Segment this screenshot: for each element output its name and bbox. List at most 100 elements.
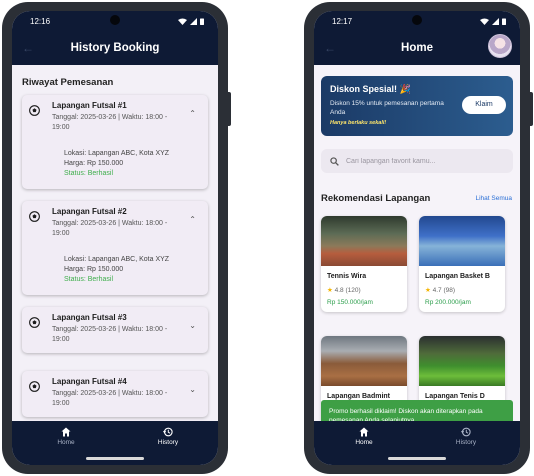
screenshot-stage: 12:16 ← History Booking Riwayat Pemesana… xyxy=(0,0,534,476)
history-icon xyxy=(163,427,173,437)
search-bar[interactable] xyxy=(321,149,513,173)
promo-note: Hanya berlaku sekali! xyxy=(330,120,387,126)
status-time: 12:16 xyxy=(30,16,51,26)
booking-datetime: Tanggal: 2025-03-26 | Waktu: 18:00 - 19:… xyxy=(52,326,168,343)
soccer-ball-icon xyxy=(29,105,40,116)
side-button xyxy=(228,92,231,126)
booking-status: Status: Berhasil xyxy=(64,170,114,177)
status-icons xyxy=(178,17,204,25)
booking-name: Lapangan Futsal #3 xyxy=(52,313,127,322)
booking-card[interactable]: Lapangan Futsal #4 Tanggal: 2025-03-26 |… xyxy=(22,371,208,417)
status-time: 12:17 xyxy=(332,16,353,26)
soccer-ball-icon xyxy=(29,317,40,328)
booking-price: Harga: Rp 150.000 xyxy=(64,160,124,167)
recommend-title: Rekomendasi Lapangan xyxy=(321,193,431,204)
field-rating-value: 4.7 (98) xyxy=(432,287,456,294)
history-icon xyxy=(461,427,471,437)
chevron-down-icon[interactable]: ⌄ xyxy=(189,321,196,330)
field-image xyxy=(419,216,505,266)
avatar[interactable] xyxy=(488,34,512,58)
booking-location: Lokasi: Lapangan ABC, Kota XYZ xyxy=(64,150,170,157)
search-icon xyxy=(330,156,339,166)
see-all-link[interactable]: Lihat Semua xyxy=(476,195,513,202)
claim-button[interactable]: Klaim xyxy=(462,96,506,114)
status-icons xyxy=(480,17,506,25)
battery-icon xyxy=(200,18,204,25)
booking-datetime: Tanggal: 2025-03-26 | Waktu: 18:00 - 19:… xyxy=(52,220,168,237)
nav-history[interactable]: History xyxy=(436,427,496,446)
app-bar: ← History Booking xyxy=(12,31,218,65)
home-screen: 12:17 ← Home Diskon Spesial! 🎉 Diskon 15… xyxy=(314,11,520,465)
booking-card[interactable]: Lapangan Futsal #2 Tanggal: 2025-03-26 |… xyxy=(22,201,208,295)
field-price: Rp 200.000/jam xyxy=(425,299,471,306)
back-arrow-icon[interactable]: ← xyxy=(22,41,34,55)
chevron-up-icon[interactable]: ⌃ xyxy=(189,215,196,224)
chevron-down-icon[interactable]: ⌄ xyxy=(189,385,196,394)
phone-history: 12:16 ← History Booking Riwayat Pemesana… xyxy=(2,2,231,474)
booking-card[interactable]: Lapangan Futsal #3 Tanggal: 2025-03-26 |… xyxy=(22,307,208,353)
field-price: Rp 150.000/jam xyxy=(327,299,373,306)
signal-icon xyxy=(190,17,197,25)
field-name: Lapangan Basket B xyxy=(425,273,490,280)
wifi-icon xyxy=(480,18,489,25)
page-title: History Booking xyxy=(70,42,160,54)
field-rating-value: 4.8 (120) xyxy=(334,287,361,294)
field-name: Tennis Wira xyxy=(327,273,367,280)
nav-history-label: History xyxy=(455,439,477,446)
field-image xyxy=(321,336,407,386)
back-arrow-icon[interactable]: ← xyxy=(324,41,336,55)
history-screen: 12:16 ← History Booking Riwayat Pemesana… xyxy=(12,11,218,465)
home-icon xyxy=(359,427,369,437)
gesture-bar xyxy=(86,457,144,460)
booking-datetime: Tanggal: 2025-03-26 | Waktu: 18:00 - 19:… xyxy=(52,390,168,407)
nav-history-label: History xyxy=(157,439,179,446)
snackbar: Promo berhasil diklaim! Diskon akan dite… xyxy=(321,400,513,421)
home-icon xyxy=(61,427,71,437)
field-card[interactable]: Tennis Wira ★ 4.8 (120) Rp 150.000/jam xyxy=(321,216,407,312)
booking-card[interactable]: Lapangan Futsal #1 Tanggal: 2025-03-26 |… xyxy=(22,95,208,189)
promo-banner: Diskon Spesial! 🎉 Diskon 15% untuk pemes… xyxy=(321,76,513,136)
promo-description: Diskon 15% untuk pemesanan pertama Anda xyxy=(330,100,444,116)
field-rating: ★ 4.7 (98) xyxy=(425,286,455,294)
nav-home[interactable]: Home xyxy=(334,427,394,446)
page-title: Home xyxy=(401,42,433,54)
nav-home-label: Home xyxy=(57,439,75,446)
soccer-ball-icon xyxy=(29,211,40,222)
bottom-nav: Home History xyxy=(12,421,218,465)
booking-status: Status: Berhasil xyxy=(64,276,114,283)
field-image xyxy=(419,336,505,386)
camera-cutout xyxy=(110,15,120,25)
side-button xyxy=(530,92,533,126)
gesture-bar xyxy=(388,457,446,460)
booking-location: Lokasi: Lapangan ABC, Kota XYZ xyxy=(64,256,170,263)
star-icon: ★ xyxy=(327,287,333,294)
booking-name: Lapangan Futsal #2 xyxy=(52,207,127,216)
field-image xyxy=(321,216,407,266)
field-card[interactable]: Lapangan Basket B ★ 4.7 (98) Rp 200.000/… xyxy=(419,216,505,312)
signal-icon xyxy=(492,17,499,25)
bottom-nav: Home History xyxy=(314,421,520,465)
soccer-ball-icon xyxy=(29,381,40,392)
field-name: Lapangan Tenis D xyxy=(425,393,485,400)
booking-price: Harga: Rp 150.000 xyxy=(64,266,124,273)
section-title: Riwayat Pemesanan xyxy=(22,77,114,88)
camera-cutout xyxy=(412,15,422,25)
chevron-up-icon[interactable]: ⌃ xyxy=(189,109,196,118)
search-input[interactable] xyxy=(346,157,496,165)
nav-home-label: Home xyxy=(355,439,373,446)
promo-title: Diskon Spesial! 🎉 xyxy=(330,84,411,94)
home-content[interactable]: Diskon Spesial! 🎉 Diskon 15% untuk pemes… xyxy=(314,65,520,421)
booking-datetime: Tanggal: 2025-03-26 | Waktu: 18:00 - 19:… xyxy=(52,114,168,131)
nav-home[interactable]: Home xyxy=(36,427,96,446)
wifi-icon xyxy=(178,18,187,25)
booking-name: Lapangan Futsal #1 xyxy=(52,101,127,110)
app-bar: ← Home xyxy=(314,31,520,65)
phone-home: 12:17 ← Home Diskon Spesial! 🎉 Diskon 15… xyxy=(304,2,533,474)
field-rating: ★ 4.8 (120) xyxy=(327,286,361,294)
field-name: Lapangan Badmint xyxy=(327,393,391,400)
battery-icon xyxy=(502,18,506,25)
booking-name: Lapangan Futsal #4 xyxy=(52,377,127,386)
history-content[interactable]: Riwayat Pemesanan Lapangan Futsal #1 Tan… xyxy=(12,65,218,421)
star-icon: ★ xyxy=(425,287,431,294)
nav-history[interactable]: History xyxy=(138,427,198,446)
